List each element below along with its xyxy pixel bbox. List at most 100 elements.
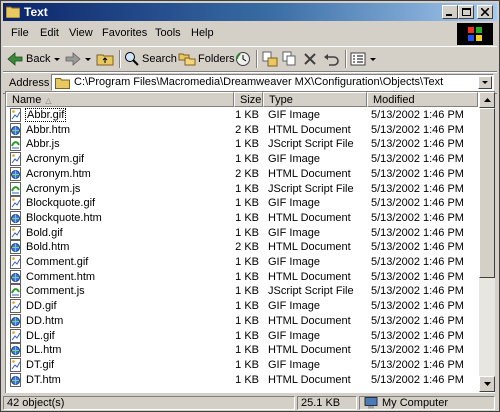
file-size: 1 KB [235,270,259,283]
file-size: 1 KB [235,153,259,166]
file-modified: 5/13/2002 1:46 PM [371,314,464,327]
file-row[interactable]: DD.htm 1 KB HTML Document 5/13/2002 1:46 PM [6,313,478,329]
forward-dropdown-icon [85,57,91,61]
file-row[interactable]: Acronym.gif 1 KB GIF Image 5/13/2002 1:46 P… [6,152,478,167]
file-row[interactable]: Comment.js 1 KB JScript Script File 5/13/20… [6,284,478,299]
column-header-row: Name △ Size Type Modified [6,92,478,107]
file-name: Comment.js [26,285,85,298]
file-row[interactable]: Abbr.htm 2 KB HTML Document 5/13/2002 1:46 … [6,122,478,138]
file-row[interactable]: Bold.gif 1 KB GIF Image 5/13/2002 1:46 PM [6,225,478,241]
back-button[interactable]: Back [7,50,61,68]
status-zone: My Computer [359,396,495,410]
delete-icon [303,52,317,66]
column-name-label: Name [12,94,42,106]
undo-button[interactable] [323,50,339,68]
file-name: DD.gif [26,300,57,313]
file-row[interactable]: DT.gif 1 KB GIF Image 5/13/2002 1:46 PM [6,357,478,373]
file-row[interactable]: DL.gif 1 KB GIF Image 5/13/2002 1:46 PM [6,328,478,344]
file-row[interactable]: DL.htm 1 KB HTML Document 5/13/2002 1:46 PM [6,343,478,358]
file-size: 1 KB [235,109,259,121]
folders-button[interactable]: Folders [178,50,235,68]
file-type: HTML Document [268,270,351,283]
file-size: 1 KB [235,211,259,224]
file-row[interactable]: Bold.htm 2 KB HTML Document 5/13/2002 1:46 … [6,240,478,255]
file-size: 1 KB [235,314,259,327]
file-size: 2 KB [235,241,259,254]
search-button[interactable]: Search [124,50,177,68]
file-modified: 5/13/2002 1:46 PM [371,182,464,195]
menu-file[interactable]: File [11,27,29,39]
file-type: JScript Script File [268,182,354,195]
column-header-modified[interactable]: Modified [367,92,478,107]
column-header-type[interactable]: Type [263,92,367,107]
file-type: JScript Script File [268,138,354,151]
file-name: Bold.htm [26,241,70,254]
menu-favorites[interactable]: Favorites [102,27,147,39]
forward-button[interactable] [65,50,91,68]
address-input[interactable]: C:\Program Files\Macromedia\Dreamweaver … [51,74,494,91]
file-row[interactable]: Blockquote.htm 1 KB HTML Document 5/13/2002… [6,210,478,226]
file-size: 1 KB [235,373,259,386]
file-size: 1 KB [235,138,259,151]
delete-button[interactable] [303,50,317,68]
menu-help[interactable]: Help [191,27,214,39]
title-bar[interactable]: Text [3,3,497,21]
column-header-name[interactable]: Name △ [6,92,234,107]
up-folder-icon [96,52,114,66]
menu-edit[interactable]: Edit [40,27,59,39]
menu-bar: File Edit View Favorites Tools Help [3,23,497,45]
file-row[interactable]: Acronym.js 1 KB JScript Script File 5/13/20… [6,181,478,197]
move-to-button[interactable] [262,50,278,68]
file-size: 1 KB [235,256,259,268]
scroll-thumb[interactable] [479,108,495,278]
file-modified: 5/13/2002 1:46 PM [371,270,464,283]
scroll-up-button[interactable] [479,92,495,108]
scroll-down-button[interactable] [479,376,495,392]
file-name: Abbr.htm [26,123,71,136]
folders-label: Folders [198,53,235,65]
back-dropdown-icon [54,57,61,61]
status-total-size: 25.1 KB [297,396,357,410]
history-button[interactable] [235,50,251,68]
views-button[interactable] [350,50,376,68]
file-type: HTML Document [268,123,351,136]
column-header-size[interactable]: Size [234,92,263,107]
copy-to-button[interactable] [282,50,298,68]
minimize-button[interactable] [442,5,458,19]
file-row[interactable]: Blockquote.gif 1 KB GIF Image 5/13/2002 1:4… [6,196,478,211]
file-row[interactable]: Acronym.htm 2 KB HTML Document 5/13/2002 1:… [6,166,478,182]
file-modified: 5/13/2002 1:46 PM [371,197,464,210]
address-dropdown-button[interactable] [478,76,492,89]
file-row[interactable]: DD.gif 1 KB GIF Image 5/13/2002 1:46 PM [6,299,478,314]
file-modified: 5/13/2002 1:46 PM [371,358,464,371]
menu-tools[interactable]: Tools [155,27,181,39]
file-type: GIF Image [268,226,320,239]
file-modified: 5/13/2002 1:46 PM [371,138,464,151]
file-row[interactable]: DT.htm 1 KB HTML Document 5/13/2002 1:46 PM [6,372,478,388]
computer-icon [364,397,378,409]
file-type: GIF Image [268,329,320,342]
maximize-button[interactable] [458,5,474,19]
file-modified: 5/13/2002 1:46 PM [371,241,464,254]
menu-view[interactable]: View [69,27,93,39]
file-size: 1 KB [235,197,259,210]
file-row[interactable]: Comment.gif 1 KB GIF Image 5/13/2002 1:46 P… [6,255,478,270]
up-folder-button[interactable] [96,50,114,68]
file-modified: 5/13/2002 1:46 PM [371,344,464,357]
vertical-scrollbar[interactable] [479,92,495,392]
file-name: Comment.htm [26,270,96,283]
file-type: GIF Image [268,256,320,268]
file-row[interactable]: Abbr.js 1 KB JScript Script File 5/13/2002 … [6,137,478,152]
file-row[interactable]: Comment.htm 1 KB HTML Document 5/13/2002 1:… [6,269,478,285]
file-type: GIF Image [268,109,320,121]
file-list[interactable]: Name △ Size Type Modified Abbr.gif 1 KB GIF… [5,91,495,393]
file-row[interactable]: Abbr.gif 1 KB GIF Image 5/13/2002 1:46 PM [6,108,478,123]
file-name: DD.htm [26,314,64,327]
file-name: DT.htm [26,373,61,386]
close-button[interactable] [477,5,493,19]
undo-icon [323,52,339,66]
file-size: 1 KB [235,358,259,371]
explorer-window: Text File Edit View Favorites Tools Help [0,0,500,412]
file-modified: 5/13/2002 1:46 PM [371,226,464,239]
views-dropdown-icon [370,57,376,61]
